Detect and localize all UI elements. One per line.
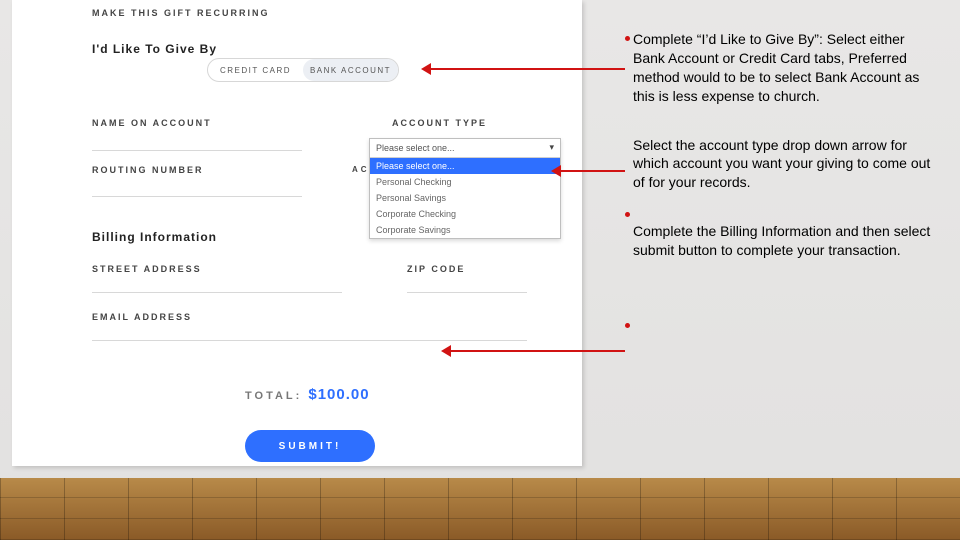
- wood-floor: [0, 478, 960, 540]
- arrow-icon: [425, 68, 625, 70]
- zip-code-input[interactable]: [407, 292, 527, 293]
- dropdown-option-corporate-checking[interactable]: Corporate Checking: [370, 206, 560, 222]
- dropdown-option-corporate-savings[interactable]: Corporate Savings: [370, 222, 560, 238]
- email-address-label: EMAIL ADDRESS: [92, 312, 192, 322]
- payment-method-toggle[interactable]: CREDIT CARD BANK ACCOUNT: [207, 58, 399, 82]
- bullet-icon: [625, 212, 630, 217]
- tab-credit-card[interactable]: CREDIT CARD: [208, 59, 303, 81]
- dropdown-selected[interactable]: Please select one...: [370, 139, 560, 158]
- bullet-icon: [625, 323, 630, 328]
- slide: MAKE THIS GIFT RECURRING I'd Like To Giv…: [0, 0, 960, 540]
- recurring-label[interactable]: MAKE THIS GIFT RECURRING: [92, 8, 270, 18]
- instructional-notes: Complete “I’d Like to Give By”: Select e…: [633, 30, 933, 290]
- dropdown-option-personal-checking[interactable]: Personal Checking: [370, 174, 560, 190]
- name-on-account-label: NAME ON ACCOUNT: [92, 118, 212, 128]
- bullet-icon: [625, 36, 630, 41]
- note-billing-info: Complete the Billing Information and the…: [633, 222, 933, 260]
- dropdown-option-placeholder[interactable]: Please select one...: [370, 158, 560, 174]
- account-type-label: ACCOUNT TYPE: [392, 118, 487, 128]
- routing-number-input[interactable]: [92, 196, 302, 197]
- total-label: TOTAL:: [245, 390, 302, 402]
- tab-bank-account[interactable]: BANK ACCOUNT: [303, 59, 398, 81]
- submit-button[interactable]: SUBMIT!: [245, 430, 375, 462]
- note-give-by: Complete “I’d Like to Give By”: Select e…: [633, 30, 933, 106]
- give-by-header: I'd Like To Give By: [92, 42, 217, 56]
- note-account-type: Select the account type drop down arrow …: [633, 136, 933, 193]
- arrow-icon: [555, 170, 625, 172]
- street-address-input[interactable]: [92, 292, 342, 293]
- email-address-input[interactable]: [92, 340, 527, 341]
- name-on-account-input[interactable]: [92, 150, 302, 151]
- zip-code-label: ZIP CODE: [407, 264, 465, 274]
- routing-number-label: ROUTING NUMBER: [92, 165, 204, 175]
- total-amount: $100.00: [308, 386, 369, 403]
- arrow-icon: [445, 350, 625, 352]
- account-type-dropdown[interactable]: Please select one... Please select one..…: [369, 138, 561, 239]
- total-display: TOTAL: $100.00: [245, 386, 370, 403]
- billing-info-header: Billing Information: [92, 230, 217, 244]
- street-address-label: STREET ADDRESS: [92, 264, 202, 274]
- dropdown-option-personal-savings[interactable]: Personal Savings: [370, 190, 560, 206]
